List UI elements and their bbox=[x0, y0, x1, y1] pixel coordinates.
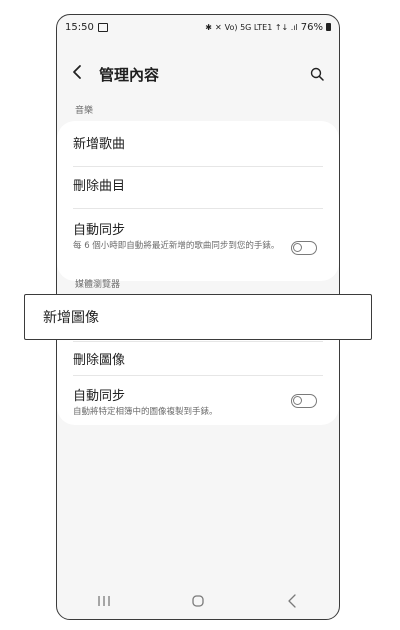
network-indicators: Vo) 5G LTE1 ↑↓ .ıl bbox=[224, 22, 298, 32]
media-auto-sync-item[interactable]: 自動同步 自動將特定相簿中的圖像複製到手錶。 bbox=[73, 385, 323, 421]
home-icon[interactable] bbox=[178, 591, 218, 611]
media-auto-sync-description: 自動將特定相簿中的圖像複製到手錶。 bbox=[73, 407, 218, 417]
media-auto-sync-toggle[interactable] bbox=[291, 394, 317, 408]
music-section-header: 音樂 bbox=[75, 106, 94, 116]
delete-tracks-label: 刪除曲目 bbox=[73, 179, 126, 194]
media-section-header: 媒體瀏覽器 bbox=[75, 280, 121, 290]
gallery-notification-icon bbox=[97, 22, 108, 32]
music-auto-sync-description: 每 6 個小時即自動將最近新增的歌曲同步到您的手錶。 bbox=[73, 241, 280, 251]
status-left: 15:50 bbox=[65, 22, 108, 33]
add-songs-item[interactable]: 新增歌曲 bbox=[73, 133, 323, 159]
battery-icon bbox=[326, 23, 331, 31]
nav-back-icon[interactable] bbox=[272, 591, 312, 611]
back-icon[interactable] bbox=[71, 64, 91, 84]
bluetooth-icon: ✱ bbox=[205, 22, 212, 32]
delete-tracks-item[interactable]: 刪除曲目 bbox=[73, 175, 323, 201]
app-bar: 管理內容 bbox=[57, 59, 339, 89]
mute-icon: ✕ bbox=[214, 22, 222, 32]
divider bbox=[73, 166, 323, 167]
delete-images-label: 刪除圖像 bbox=[73, 353, 126, 368]
media-auto-sync-label: 自動同步 bbox=[73, 389, 126, 404]
add-images-label: 新增圖像 bbox=[43, 310, 99, 326]
music-auto-sync-label: 自動同步 bbox=[73, 223, 126, 238]
music-auto-sync-item[interactable]: 自動同步 每 6 個小時即自動將最近新增的歌曲同步到您的手錶。 bbox=[73, 219, 323, 273]
add-songs-label: 新增歌曲 bbox=[73, 137, 126, 152]
status-time: 15:50 bbox=[65, 21, 94, 33]
battery-percent: 76% bbox=[300, 21, 323, 33]
page-title: 管理內容 bbox=[99, 65, 160, 84]
delete-images-item[interactable]: 刪除圖像 bbox=[73, 349, 323, 375]
recents-icon[interactable] bbox=[84, 591, 124, 611]
navigation-bar bbox=[57, 583, 339, 619]
music-card: 新增歌曲 刪除曲目 自動同步 每 6 個小時即自動將最近新增的歌曲同步到您的手錶… bbox=[57, 121, 339, 281]
divider bbox=[73, 341, 323, 342]
toggle-knob bbox=[293, 396, 302, 405]
divider bbox=[73, 375, 323, 376]
music-auto-sync-toggle[interactable] bbox=[291, 241, 317, 255]
search-icon[interactable] bbox=[307, 64, 327, 84]
add-images-item[interactable]: 新增圖像 bbox=[24, 294, 372, 340]
toggle-knob bbox=[293, 243, 302, 252]
divider bbox=[73, 208, 323, 209]
status-right: ✱ ✕ Vo) 5G LTE1 ↑↓ .ıl 76% bbox=[205, 22, 331, 33]
status-bar: 15:50 ✱ ✕ Vo) 5G LTE1 ↑↓ .ıl 76% bbox=[57, 15, 339, 39]
